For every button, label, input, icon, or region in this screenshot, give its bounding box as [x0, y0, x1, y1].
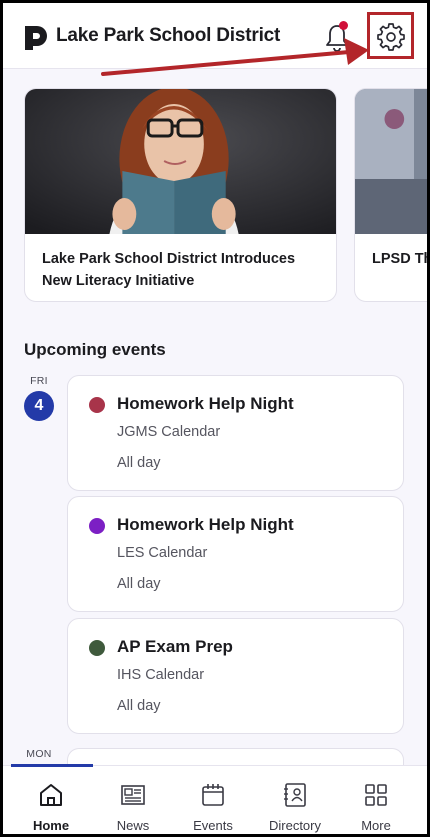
day-weekday: FRI [30, 375, 48, 387]
home-icon [40, 784, 62, 806]
event-title: Homework Help Night [117, 394, 294, 413]
event-title: AP Exam Prep [117, 637, 233, 656]
event-calendar: IHS Calendar [117, 667, 205, 683]
event-card[interactable]: AP Exam Prep IHS Calendar All day [67, 618, 404, 734]
news-carousel[interactable]: Lake Park School District Introduces New… [3, 88, 427, 303]
day-weekday: MON [26, 748, 52, 760]
district-logo-icon [25, 26, 47, 50]
event-calendar: JGMS Calendar [117, 424, 221, 440]
calendar-icon [202, 784, 224, 806]
news-card[interactable]: LPSD Th [354, 88, 427, 302]
event-card[interactable]: Homework Help Night JGMS Calendar All da… [67, 375, 404, 491]
section-title-upcoming-events: Upcoming events [24, 340, 166, 359]
calendar-color-dot [89, 518, 105, 534]
news-photo-reader [25, 89, 336, 234]
nav-item-directory[interactable]: Directory [253, 766, 337, 834]
calendar-color-dot [89, 640, 105, 656]
event-calendar: LES Calendar [117, 545, 208, 561]
event-time: All day [117, 698, 161, 714]
nav-item-home[interactable]: Home [9, 766, 93, 834]
grid-icon [365, 784, 387, 806]
app-frame: Lake Park School District Lake Park Scho… [3, 3, 427, 834]
nav-label-more: More [361, 818, 391, 833]
notification-badge [339, 21, 348, 30]
bottom-nav: Home News Events Directory More [3, 764, 427, 834]
news-card[interactable]: Lake Park School District Introduces New… [24, 88, 337, 302]
nav-item-news[interactable]: News [91, 766, 175, 834]
event-card[interactable]: Homework Help Night LES Calendar All day [67, 496, 404, 612]
event-title: Homework Help Night [117, 515, 294, 534]
event-time: All day [117, 576, 161, 592]
event-time: All day [117, 455, 161, 471]
newspaper-icon [121, 785, 145, 805]
nav-label-directory: Directory [268, 818, 321, 833]
news-title: LPSD Th [372, 251, 427, 267]
nav-item-more[interactable]: More [334, 766, 418, 834]
news-title: Lake Park School District Introduces New… [42, 251, 296, 289]
annotation-arrow-icon [101, 38, 369, 76]
nav-label-news: News [116, 818, 150, 833]
nav-label-home: Home [32, 818, 70, 833]
news-photo [355, 89, 427, 234]
nav-label-events: Events [193, 818, 233, 833]
day-number-badge: 4 [24, 391, 54, 421]
calendar-color-dot [89, 397, 105, 413]
directory-icon [284, 783, 306, 807]
nav-item-events[interactable]: Events [171, 766, 255, 834]
